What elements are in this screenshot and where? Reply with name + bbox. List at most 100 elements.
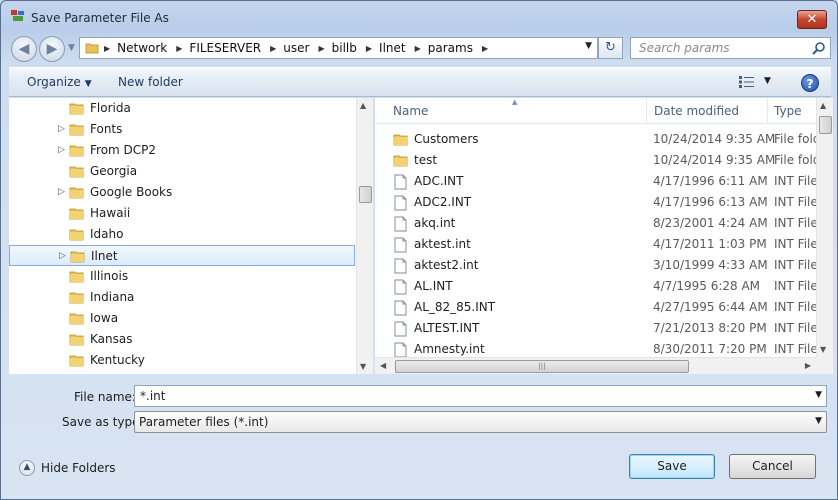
expand-arrow-icon[interactable]: ▷ xyxy=(58,187,65,197)
column-divider[interactable] xyxy=(767,98,768,124)
sidebar-item-georgia[interactable]: Georgia xyxy=(9,161,355,182)
sidebar-item-kentucky[interactable]: Kentucky xyxy=(9,350,355,371)
file-name-input[interactable]: *.int ▼ xyxy=(134,385,827,407)
file-name-cell: aktest.int xyxy=(414,237,471,251)
refresh-button[interactable]: ↻ xyxy=(598,37,623,59)
sidebar-item-from-dcp2[interactable]: ▷ From DCP2 xyxy=(9,140,355,161)
scroll-thumb[interactable]: ||| xyxy=(395,360,689,373)
close-button[interactable]: ✕ xyxy=(797,10,827,29)
folder-icon xyxy=(69,145,84,157)
table-row[interactable]: ALTEST.INT 7/21/2013 8:20 PM INT File xyxy=(375,318,817,339)
expand-arrow-icon[interactable]: ▷ xyxy=(58,145,65,155)
sidebar-item-illinois[interactable]: Illinois xyxy=(9,266,355,287)
scroll-thumb[interactable] xyxy=(359,186,372,203)
folder-tree-scrollbar[interactable]: ▲ ▼ xyxy=(356,98,373,374)
column-type-header[interactable]: Type xyxy=(774,104,802,118)
file-type-cell: INT File xyxy=(774,342,817,356)
file-date-cell: 4/17/2011 1:03 PM xyxy=(653,237,767,251)
address-bar[interactable]: ▶ Network ▶ FILESERVER ▶ user ▶ billb ▶ … xyxy=(79,37,598,59)
file-type-cell: INT File xyxy=(774,279,817,293)
search-icon[interactable] xyxy=(811,41,826,56)
recent-locations-icon[interactable]: ▼ xyxy=(68,43,75,53)
table-row[interactable]: test 10/24/2014 9:35 AM File fold xyxy=(375,150,817,171)
save-button[interactable]: Save xyxy=(629,454,715,479)
chevron-right-icon[interactable]: ▶ xyxy=(482,44,488,53)
save-type-label: Save as type: xyxy=(62,415,144,429)
file-name-cell: ALTEST.INT xyxy=(414,321,480,335)
table-row[interactable]: AL.INT 4/7/1995 6:28 AM INT File xyxy=(375,276,817,297)
table-row[interactable]: AL_82_85.INT 4/27/1995 6:44 AM INT File xyxy=(375,297,817,318)
organize-button[interactable]: Organize ▼ xyxy=(27,75,92,89)
file-list-hscrollbar[interactable]: ◀ ||| ▶ xyxy=(375,357,816,374)
file-date-cell: 4/17/1996 6:11 AM xyxy=(653,174,768,188)
sidebar-item-label: Kentucky xyxy=(90,353,145,367)
column-name-header[interactable]: Name xyxy=(393,104,428,118)
scroll-thumb[interactable] xyxy=(819,116,832,134)
sidebar-item-iowa[interactable]: Iowa xyxy=(9,308,355,329)
scroll-right-icon[interactable]: ▶ xyxy=(805,361,811,370)
expand-arrow-icon[interactable]: ▷ xyxy=(59,251,66,261)
table-row[interactable]: ADC.INT 4/17/1996 6:11 AM INT File xyxy=(375,171,817,192)
search-placeholder: Search params xyxy=(639,41,730,55)
forward-button[interactable]: ▶ xyxy=(39,36,65,62)
sidebar-item-hawaii[interactable]: Hawaii xyxy=(9,203,355,224)
address-dropdown-icon[interactable]: ▼ xyxy=(585,41,592,51)
file-icon xyxy=(394,300,407,316)
table-row[interactable]: aktest.int 4/17/2011 1:03 PM INT File xyxy=(375,234,817,255)
scroll-up-icon[interactable]: ▲ xyxy=(360,101,366,110)
file-name-value[interactable]: *.int xyxy=(140,389,165,403)
folder-icon xyxy=(69,271,84,283)
file-date-cell: 3/10/1999 4:33 AM xyxy=(653,258,768,272)
scroll-down-icon[interactable]: ▼ xyxy=(820,345,826,354)
file-name-cell: Amnesty.int xyxy=(414,342,485,356)
chevron-right-icon[interactable]: ▶ xyxy=(366,44,372,53)
sidebar-item-indiana[interactable]: Indiana xyxy=(9,287,355,308)
folder-icon xyxy=(69,313,84,325)
chevron-right-icon[interactable]: ▶ xyxy=(318,44,324,53)
chevron-down-icon[interactable]: ▼ xyxy=(815,416,822,426)
breadcrumb-fileserver[interactable]: FILESERVER xyxy=(189,41,261,55)
folder-icon xyxy=(69,166,84,178)
file-icon xyxy=(394,174,407,190)
breadcrumb-params[interactable]: params xyxy=(428,41,473,55)
folder-icon xyxy=(69,292,84,304)
breadcrumb-user[interactable]: user xyxy=(283,41,309,55)
table-row[interactable]: akq.int 8/23/2001 4:24 AM INT File xyxy=(375,213,817,234)
help-icon[interactable]: ? xyxy=(801,74,819,92)
breadcrumb-ilnet[interactable]: Ilnet xyxy=(379,41,406,55)
breadcrumb-network[interactable]: Network xyxy=(117,41,167,55)
sidebar-item-florida[interactable]: Florida xyxy=(9,98,355,119)
sidebar-item-fonts[interactable]: ▷ Fonts xyxy=(9,119,355,140)
back-button[interactable]: ◀ xyxy=(11,36,37,62)
chevron-right-icon[interactable]: ▶ xyxy=(415,44,421,53)
table-row[interactable]: aktest2.int 3/10/1999 4:33 AM INT File xyxy=(375,255,817,276)
new-folder-button[interactable]: New folder xyxy=(118,75,183,89)
sidebar-item-idaho[interactable]: Idaho xyxy=(9,224,355,245)
search-input[interactable]: Search params xyxy=(630,37,831,59)
table-row[interactable]: Customers 10/24/2014 9:35 AM File fold xyxy=(375,129,817,150)
sidebar-item-kansas[interactable]: Kansas xyxy=(9,329,355,350)
views-dropdown-icon[interactable]: ▼ xyxy=(764,76,771,86)
sidebar-item-label: Iowa xyxy=(90,311,119,325)
chevron-right-icon[interactable]: ▶ xyxy=(270,44,276,53)
sidebar-item-google-books[interactable]: ▷ Google Books xyxy=(9,182,355,203)
table-row[interactable]: ADC2.INT 4/17/1996 6:13 AM INT File xyxy=(375,192,817,213)
column-divider[interactable] xyxy=(646,98,647,124)
save-type-select[interactable]: Parameter files (*.int) ▼ xyxy=(134,411,827,433)
breadcrumb-billb[interactable]: billb xyxy=(332,41,357,55)
cancel-button[interactable]: Cancel xyxy=(729,454,816,479)
column-date-header[interactable]: Date modified xyxy=(654,104,739,118)
views-icon[interactable] xyxy=(738,75,758,89)
file-list-vscrollbar[interactable]: ▲ ▼ xyxy=(816,98,833,357)
scroll-left-icon[interactable]: ◀ xyxy=(380,361,386,370)
scroll-up-icon[interactable]: ▲ xyxy=(820,101,826,110)
chevron-down-icon[interactable]: ▼ xyxy=(815,390,822,400)
window-title: Save Parameter File As xyxy=(31,11,169,25)
file-icon xyxy=(394,258,407,274)
sidebar-item-ilnet[interactable]: ▷ Ilnet xyxy=(9,245,355,266)
chevron-right-icon[interactable]: ▶ xyxy=(176,44,182,53)
scroll-down-icon[interactable]: ▼ xyxy=(360,362,366,371)
file-name-label-text: File name: xyxy=(74,390,136,404)
hide-folders-button[interactable]: ▲ Hide Folders xyxy=(19,460,116,476)
expand-arrow-icon[interactable]: ▷ xyxy=(58,124,65,134)
